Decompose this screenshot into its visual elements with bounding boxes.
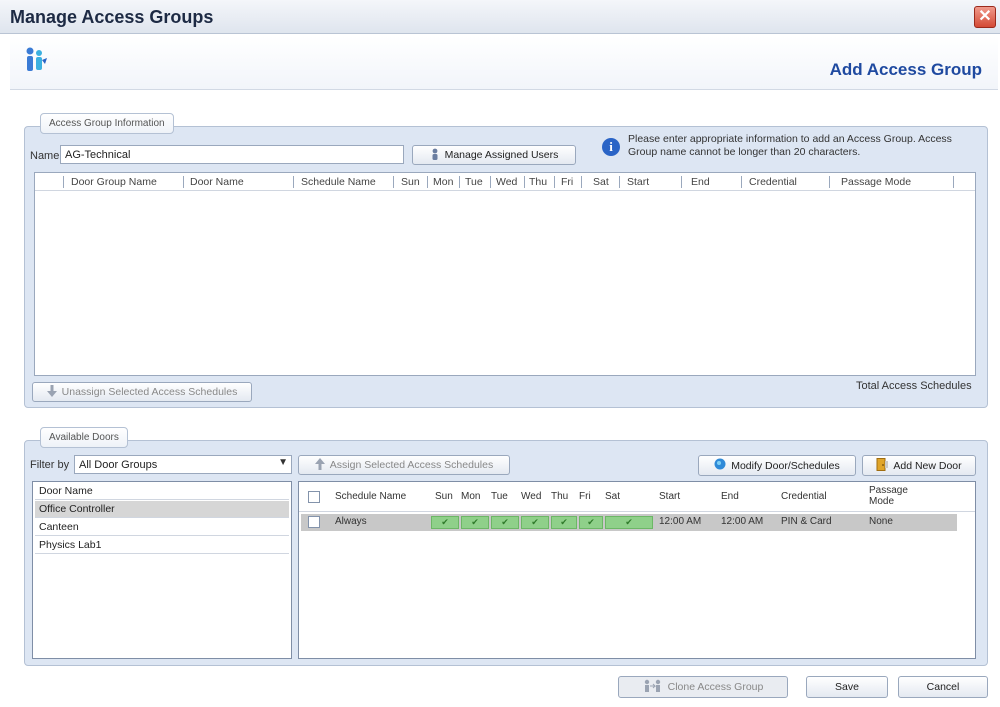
save-button[interactable]: Save xyxy=(806,676,888,698)
access-people-icon xyxy=(26,47,47,71)
name-input[interactable]: AG-Technical xyxy=(60,145,404,164)
col-mon: Mon xyxy=(461,491,481,502)
info-text: Please enter appropriate information to … xyxy=(628,133,952,158)
add-new-door-label: Add New Door xyxy=(893,459,962,472)
list-item[interactable]: Physics Lab1 xyxy=(35,537,289,554)
col-schedule-name: Schedule Name xyxy=(301,176,376,188)
day-sun-check: ✔ xyxy=(431,516,459,529)
info-icon: i xyxy=(602,138,620,156)
available-doors-tab: Available Doors xyxy=(40,427,128,448)
assign-schedules-label: Assign Selected Access Schedules xyxy=(329,459,494,471)
col-passage-mode: Passage Mode xyxy=(841,176,912,188)
col-door-name: Door Name xyxy=(190,176,244,188)
day-wed-check: ✔ xyxy=(521,516,549,529)
col-thu: Thu xyxy=(529,176,548,188)
total-access-schedules-label: Total Access Schedules xyxy=(856,380,972,392)
day-fri-check: ✔ xyxy=(579,516,603,529)
assigned-schedules-header: Door Group Name Door Name Schedule Name … xyxy=(35,173,975,191)
modify-door-schedules-label: Modify Door/Schedules xyxy=(731,459,840,472)
globe-icon xyxy=(714,458,726,473)
col-passage-mode: Passage Mode xyxy=(869,485,908,507)
modify-door-schedules-button[interactable]: Modify Door/Schedules xyxy=(698,455,856,476)
chevron-down-icon[interactable]: ▼ xyxy=(278,457,288,468)
col-start: Start xyxy=(627,176,650,188)
col-door-group-name: Door Group Name xyxy=(71,176,157,188)
col-fri: Fri xyxy=(579,491,591,502)
col-sun: Sun xyxy=(401,176,420,188)
list-item[interactable]: Office Controller xyxy=(35,501,289,518)
close-button[interactable]: ✕ xyxy=(974,6,996,28)
col-tue: Tue xyxy=(491,491,508,502)
day-sat-check: ✔ xyxy=(605,516,653,529)
arrow-up-icon xyxy=(314,457,325,473)
col-wed: Wed xyxy=(521,491,542,502)
manage-assigned-users-label: Manage Assigned Users xyxy=(444,149,559,161)
col-end: End xyxy=(691,176,710,188)
add-new-door-button[interactable]: Add New Door xyxy=(862,455,976,476)
cancel-button[interactable]: Cancel xyxy=(898,676,988,698)
col-wed: Wed xyxy=(496,176,518,188)
day-tue-check: ✔ xyxy=(491,516,519,529)
start-cell: 12:00 AM xyxy=(659,516,702,527)
assigned-schedules-grid[interactable]: Door Group Name Door Name Schedule Name … xyxy=(34,172,976,376)
filter-by-label: Filter by xyxy=(30,459,70,471)
credential-cell: PIN & Card xyxy=(781,516,832,527)
window-title: Manage Access Groups xyxy=(10,7,214,27)
filter-by-value: All Door Groups xyxy=(79,459,158,471)
window-titlebar: Manage Access Groups ✕ xyxy=(0,0,1000,34)
filter-by-select[interactable]: All Door Groups ▼ xyxy=(74,455,292,474)
door-icon xyxy=(876,457,889,474)
col-sun: Sun xyxy=(435,491,453,502)
col-sat: Sat xyxy=(605,491,621,502)
day-mon-check: ✔ xyxy=(461,516,489,529)
unassign-schedules-button[interactable]: Unassign Selected Access Schedules xyxy=(32,382,252,402)
col-fri: Fri xyxy=(561,176,574,188)
col-thu: Thu xyxy=(551,491,569,502)
end-cell: 12:00 AM xyxy=(721,516,764,527)
col-sat: Sat xyxy=(593,176,609,188)
manage-assigned-users-button[interactable]: Manage Assigned Users xyxy=(412,145,576,165)
access-group-info-tab: Access Group Information xyxy=(40,113,174,134)
page-title: Add Access Group xyxy=(829,60,982,79)
door-list-header: Door Name xyxy=(35,483,289,500)
row-checkbox[interactable] xyxy=(308,516,320,528)
clone-access-group-label: Clone Access Group xyxy=(667,681,764,693)
col-mon: Mon xyxy=(433,176,454,188)
arrow-down-icon xyxy=(46,384,57,400)
user-icon xyxy=(430,148,440,163)
col-end: End xyxy=(721,491,739,502)
list-item[interactable]: Canteen xyxy=(35,519,289,536)
page-header: Add Access Group xyxy=(10,36,998,90)
col-credential: Credential xyxy=(749,176,797,188)
door-list[interactable]: Door Name Office Controller Canteen Phys… xyxy=(32,481,292,659)
col-tue: Tue xyxy=(465,176,483,188)
door-schedules-header: Schedule Name Sun Mon Tue Wed Thu Fri Sa… xyxy=(299,482,975,512)
col-credential: Credential xyxy=(781,491,827,502)
unassign-schedules-label: Unassign Selected Access Schedules xyxy=(61,386,238,398)
clone-access-group-button[interactable]: Clone Access Group xyxy=(618,676,788,698)
door-schedules-grid[interactable]: Schedule Name Sun Mon Tue Wed Thu Fri Sa… xyxy=(298,481,976,659)
schedule-name-cell: Always xyxy=(335,516,367,527)
col-schedule-name: Schedule Name xyxy=(335,491,407,502)
name-label: Name xyxy=(30,150,60,162)
assign-schedules-button[interactable]: Assign Selected Access Schedules xyxy=(298,455,510,475)
clone-people-icon xyxy=(643,679,663,695)
day-thu-check: ✔ xyxy=(551,516,577,529)
table-row[interactable]: Always ✔ ✔ ✔ ✔ ✔ ✔ ✔ 12:00 AM 12:00 AM P… xyxy=(301,514,957,531)
col-start: Start xyxy=(659,491,681,502)
passage-mode-cell: None xyxy=(869,516,893,527)
select-all-checkbox[interactable] xyxy=(308,491,320,503)
